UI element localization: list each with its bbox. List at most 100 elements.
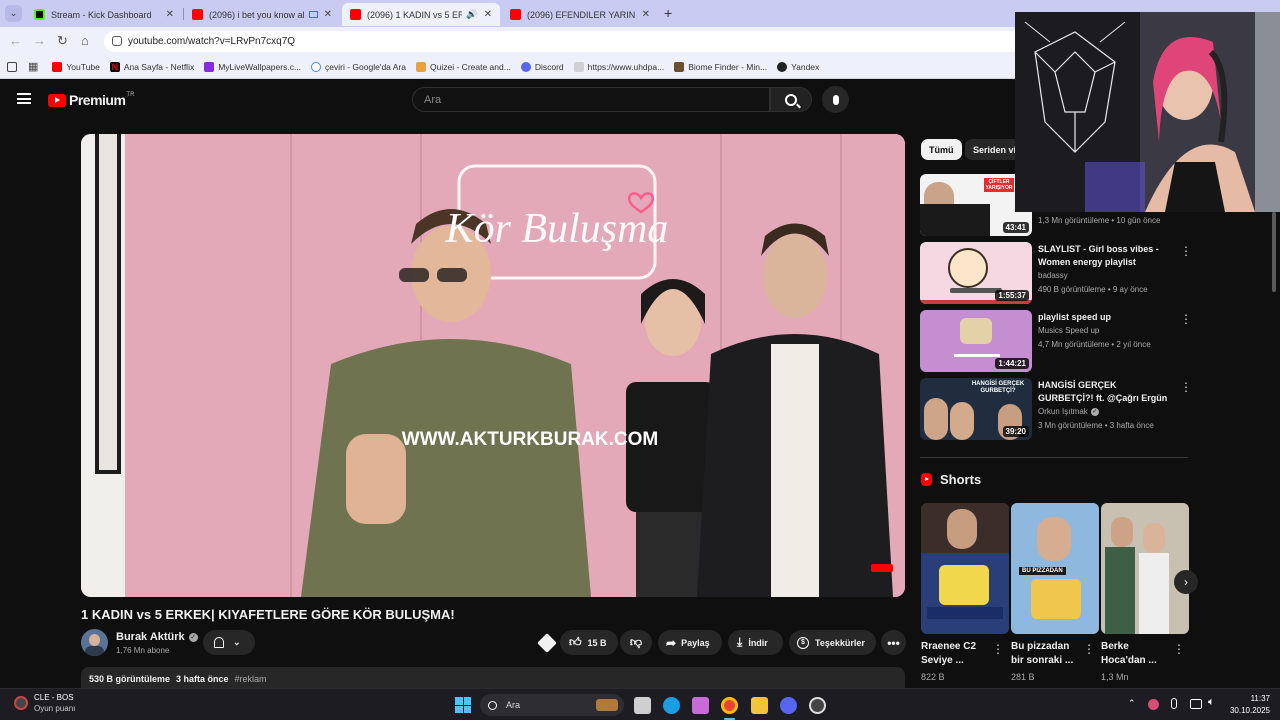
tab-youtube-active[interactable]: (2096) 1 KADIN vs 5 ERKEK 🔊 ✕ [342,3,500,26]
close-icon[interactable]: ✕ [324,9,332,20]
network-icon[interactable] [1190,699,1202,709]
microphone-icon[interactable] [1171,698,1177,709]
bookmark-youtube[interactable]: YouTube [52,61,100,72]
verified-icon: ✓ [188,632,198,642]
apps-grid-icon[interactable]: ▦ [28,60,38,73]
close-icon[interactable]: ✕ [642,9,650,20]
youtube-premium-logo[interactable]: Premium TR [48,92,134,108]
channel-avatar[interactable] [81,629,108,656]
scrollbar[interactable] [1272,212,1276,292]
more-vertical-icon[interactable]: ⋮ [1173,642,1185,656]
bookmark-label: Biome Finder - Min... [688,61,768,72]
discord-icon[interactable] [780,697,797,714]
forward-arrow-icon[interactable]: → [33,33,46,48]
subscribed-notifications-button[interactable]: ⌄ [203,630,255,655]
sidebar-panel-icon[interactable] [7,61,17,72]
channel-name-row[interactable]: Burak Aktürk ✓ [116,631,198,643]
search-button[interactable] [770,87,812,112]
edge-icon[interactable] [663,697,680,714]
thumbnail-text: BU PIZZADAN [1019,567,1066,575]
bookmark-discord[interactable]: Discord [520,61,564,72]
verified-icon: ✓ [1090,407,1099,416]
more-vertical-icon[interactable]: ⋮ [1180,244,1192,258]
video-title: 1 KADIN vs 5 ERKEK| KIYAFETLERE GÖRE KÖR… [81,607,455,622]
shorts-next-button[interactable]: › [1174,570,1198,594]
download-button[interactable]: ⤓ İndir [728,630,783,655]
thanks-button[interactable]: $ Teşekkürler [789,630,876,655]
search-input[interactable]: Ara [412,87,770,112]
short-title: Berke Hoca'dan ... [1101,641,1157,666]
recommended-video[interactable]: 1:55:37 SLAYLIST - Girl boss vibes - Wom… [920,242,1192,304]
recommended-video[interactable]: HANGİSİ GERÇEK GURBETÇİ? 39:20 HANGİSİ G… [920,378,1192,440]
more-vertical-icon[interactable]: ⋮ [1083,642,1095,656]
chrome-icon[interactable] [721,697,738,714]
sign-text: Kör Buluşma [445,206,669,252]
bookmark-label: YouTube [66,61,100,72]
search-highlight-icon [596,699,618,711]
tab-title: (2096) EFENDILER YARIN CUM [527,9,636,20]
like-button[interactable]: 👍︎ 15 B [560,630,618,655]
voice-search-button[interactable] [822,86,849,113]
copilot-icon[interactable] [692,697,709,714]
back-arrow-icon[interactable]: ← [9,33,22,48]
hamburger-menu-icon[interactable] [17,93,31,104]
app-badge-icon[interactable] [809,697,826,714]
thumbnail-text: HANGİSİ GERÇEK GURBETÇİ? [971,381,1025,394]
file-explorer-taskview-icon[interactable] [634,697,651,714]
uhdpaper-icon [573,61,584,72]
more-vertical-icon[interactable]: ⋮ [992,642,1004,656]
close-icon[interactable]: ✕ [166,9,174,20]
bookmark-mylivewallpapers[interactable]: MyLiveWallpapers.c... [204,61,301,72]
watermark-text: WWW.AKTURKBURAK.COM [402,429,658,450]
tab-kick-dashboard[interactable]: Stream - Kick Dashboard ✕ [26,3,182,26]
video-duration: 43:41 [1002,222,1029,233]
start-windows-icon[interactable] [455,697,471,713]
tab-youtube-1[interactable]: (2096) i bet you know all th ✕ [184,3,340,26]
bookmark-biome-finder[interactable]: Biome Finder - Min... [674,61,768,72]
home-icon[interactable]: ⌂ [81,33,89,48]
site-info-icon[interactable] [112,36,122,46]
dislike-button[interactable]: 👎︎ [620,630,652,655]
more-vertical-icon[interactable]: ⋮ [1180,380,1192,394]
new-tab-plus-icon[interactable]: + [664,5,672,21]
share-button[interactable]: ➦ Paylaş [658,630,722,655]
bookmark-uhdpaper[interactable]: https://www.uhdpa... [573,61,664,72]
short-thumbnail[interactable] [1101,503,1189,634]
game-widget[interactable]: CLE - BOS Oyun puanı [14,693,75,713]
volume-icon[interactable]: 🔈︎ [1208,696,1215,709]
tab-title: (2096) 1 KADIN vs 5 ERKEK [367,9,463,20]
bookmark-google-translate[interactable]: çeviri - Google'da Ara [311,61,407,72]
more-actions-button[interactable]: ••• [881,630,906,655]
close-icon[interactable]: ✕ [484,9,492,20]
speaker-icon[interactable]: 🔊 [466,9,477,20]
recommended-video[interactable]: 1:44:21 playlist speed up Musics Speed u… [920,310,1192,372]
reload-icon[interactable]: ↻ [57,33,68,49]
clock[interactable]: 11:37 30.10.2025 [1224,694,1270,715]
clock-time: 11:37 [1250,694,1270,703]
url-text: youtube.com/watch?v=LRvPn7cxq7Q [128,36,296,47]
taskbar-search[interactable]: Ara [480,694,624,716]
hashtag-link[interactable]: #reklam [235,674,267,684]
webcam-feed [1015,12,1280,212]
folder-icon[interactable] [751,697,768,714]
netflix-icon: N [109,61,120,72]
biome-icon [674,61,685,72]
chevron-up-icon[interactable]: ⌃ [1128,698,1136,709]
bookmark-netflix[interactable]: N Ana Sayfa - Netflix [109,61,194,72]
short-thumbnail[interactable] [921,503,1009,634]
video-player[interactable]: WWW.AKTURKBURAK.COM Kör Buluşma [81,134,905,597]
url-field[interactable]: youtube.com/watch?v=LRvPn7cxq7Q [104,31,1114,52]
tab-list-button[interactable]: ⌄ [5,5,22,22]
bookmark-quizei[interactable]: Quizei - Create and... [416,61,511,72]
tray-app-icon[interactable] [1148,699,1159,710]
chip-all[interactable]: Tümü [921,139,962,160]
tab-youtube-3[interactable]: (2096) EFENDILER YARIN CUM ✕ [502,3,658,26]
short-views: 281 B [1011,672,1035,682]
windows-taskbar: CLE - BOS Oyun puanı Ara ⌃ 🔈︎ 11:37 30.1… [0,688,1280,720]
short-thumbnail[interactable]: BU PIZZADAN [1011,503,1099,634]
more-vertical-icon[interactable]: ⋮ [1180,312,1192,326]
bookmark-yandex[interactable]: Yandex [777,61,819,72]
shorts-heading: Shorts [940,472,982,487]
bookmark-label: çeviri - Google'da Ara [325,61,407,72]
sparkle-ask-icon[interactable] [537,633,557,653]
